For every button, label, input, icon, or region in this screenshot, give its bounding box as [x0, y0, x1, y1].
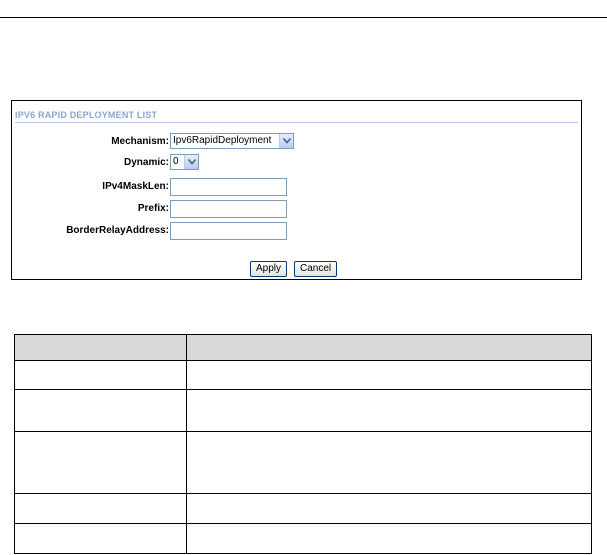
table-cell [186, 493, 592, 524]
table-header-cell [14, 334, 187, 361]
cancel-button[interactable]: Cancel [294, 261, 338, 277]
mechanism-select[interactable]: Ipv6RapidDeployment [170, 133, 294, 149]
apply-button[interactable]: Apply [250, 261, 288, 277]
dynamic-select-value: 0 [173, 156, 179, 167]
table-cell [186, 523, 592, 554]
table-cell [186, 389, 592, 432]
table-cell [186, 431, 592, 494]
border-relay-address-label: BorderRelayAddress: [66, 225, 169, 236]
table-row [14, 431, 592, 494]
table-row [14, 493, 592, 524]
page-top-rule [0, 17, 607, 18]
dynamic-row: Dynamic: 0 [12, 153, 583, 173]
panel-title-divider [15, 122, 578, 123]
table-cell [14, 389, 187, 432]
table-row [14, 389, 592, 432]
table-cell [14, 493, 187, 524]
prefix-label: Prefix: [137, 203, 169, 214]
chevron-down-icon[interactable] [184, 155, 198, 169]
mechanism-label: Mechanism: [111, 136, 169, 147]
table-cell [186, 360, 592, 390]
prefix-row: Prefix: [12, 199, 583, 219]
mechanism-select-value: Ipv6RapidDeployment [173, 135, 272, 146]
mechanism-row: Mechanism: Ipv6RapidDeployment [12, 132, 583, 152]
panel-title: IPV6 RAPID DEPLOYMENT LIST [15, 110, 158, 120]
prefix-input[interactable] [170, 200, 287, 218]
ipv4-mask-len-input[interactable] [170, 178, 287, 196]
table-cell [14, 523, 187, 554]
ipv4-mask-len-row: IPv4MaskLen: [12, 177, 583, 197]
table-header-cell [186, 334, 592, 361]
table-row [14, 360, 592, 390]
dynamic-select[interactable]: 0 [170, 154, 199, 170]
border-relay-address-input[interactable] [170, 222, 287, 240]
ipv6-rapid-deployment-panel: IPV6 RAPID DEPLOYMENT LIST Mechanism: Ip… [11, 100, 582, 280]
border-relay-address-row: BorderRelayAddress: [12, 221, 583, 241]
table-row [14, 523, 592, 554]
ipv4-mask-len-label: IPv4MaskLen: [102, 181, 169, 192]
chevron-down-icon[interactable] [279, 134, 293, 148]
table-header-row [14, 334, 592, 361]
table-cell [14, 360, 187, 390]
table-cell [14, 431, 187, 494]
description-table [14, 334, 592, 554]
dynamic-label: Dynamic: [123, 157, 169, 168]
